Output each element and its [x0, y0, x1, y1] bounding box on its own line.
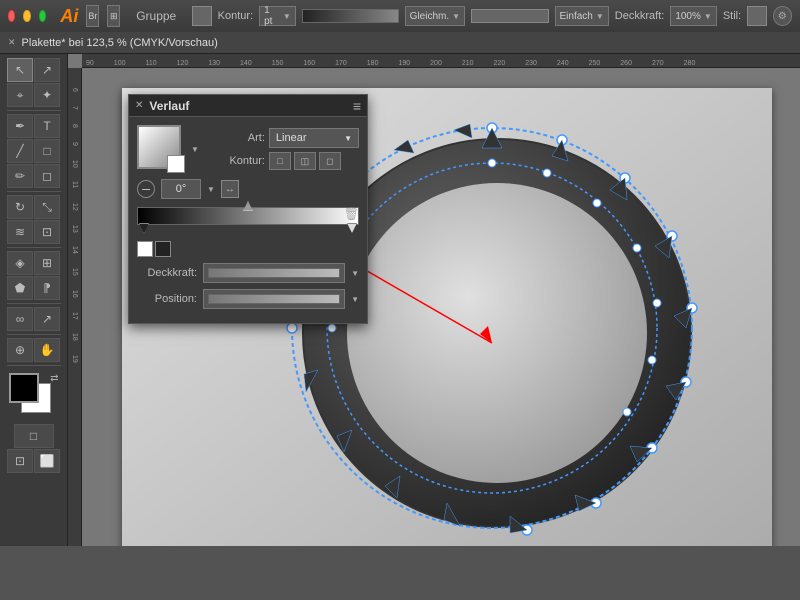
gradient-bar-container: 🗑 [137, 207, 359, 225]
deckkraft-dropdown-arrow[interactable]: ▼ [351, 269, 359, 278]
panel-menu-icon[interactable]: ≡ [353, 98, 361, 114]
free-transform-tool[interactable]: ⊡ [34, 220, 60, 244]
scale-tool[interactable]: ⤡ [34, 195, 60, 219]
app-logo: Ai [60, 6, 78, 27]
group-label: Gruppe [136, 9, 176, 23]
gradient-swatch-container[interactable] [137, 125, 185, 173]
eraser-tool[interactable]: ◻ [34, 164, 60, 188]
delete-stop-icon[interactable]: 🗑 [344, 207, 359, 221]
select-tool[interactable]: ↖ [7, 58, 33, 82]
mesh-tool[interactable]: ⊞ [34, 251, 60, 275]
deckkraft-label: Deckkraft: [615, 10, 665, 22]
rotate-tool[interactable]: ↻ [7, 195, 33, 219]
opacity-field[interactable] [203, 263, 345, 283]
minimize-button[interactable] [23, 10, 30, 22]
graph-tool[interactable]: ↗ [34, 307, 60, 331]
type-tool[interactable]: T [34, 114, 60, 138]
swap-colors-icon[interactable]: ⇄ [50, 373, 58, 384]
deckkraft-dropdown[interactable]: 100%▼ [670, 6, 717, 26]
paint-bucket-tool[interactable]: ⬟ [7, 276, 33, 300]
canvas-area: 90100110120130 140150160170180 190200210… [68, 54, 800, 546]
stroke-preview-1 [302, 9, 399, 23]
angle-field[interactable]: 0° [161, 179, 201, 199]
line-tool[interactable]: ╱ [7, 139, 33, 163]
position-label: Position: [137, 293, 197, 305]
eyedropper-tool[interactable]: ⁋ [34, 276, 60, 300]
position-field[interactable] [203, 289, 345, 309]
main-area: ↖ ↗ ⌖ ✦ ✒ T ╱ □ ✏ ◻ ↻ ⤡ ≋ ⊡ ◈ [0, 54, 800, 546]
panel-close-button[interactable]: ✕ [135, 100, 143, 111]
paint-tool[interactable]: ✏ [7, 164, 33, 188]
gradient-midpoint[interactable] [243, 201, 253, 211]
shape-tool[interactable]: □ [34, 139, 60, 163]
close-button[interactable] [8, 10, 15, 22]
kontur-dropdown[interactable]: 1 pt▼ [259, 6, 296, 26]
panel-swatch-row: ▼ Art: Linear▼ Kontur: □ ◫ [137, 125, 359, 173]
stroke-icon-1[interactable]: □ [269, 152, 291, 170]
panel-title: Verlauf [149, 99, 352, 113]
document-tab: ✕ Plakette* bei 123,5 % (CMYK/Vorschau) [0, 32, 800, 54]
kontur-panel-label: Kontur: [205, 155, 265, 167]
ruler-marks: 90100110120130 140150160170180 190200210… [82, 60, 695, 67]
reverse-icon[interactable]: ↔ [221, 180, 239, 198]
gradient-stop-right[interactable] [347, 223, 357, 233]
stroke-swatch[interactable] [192, 6, 211, 26]
deckkraft-panel-label: Deckkraft: [137, 267, 197, 279]
layout-icon: ⊞ [107, 5, 120, 27]
swatch-white[interactable] [137, 241, 153, 257]
position-dropdown-arrow[interactable]: ▼ [351, 295, 359, 304]
color-boxes: ⇄ [9, 373, 59, 417]
gradient-tool[interactable]: ◈ [7, 251, 33, 275]
settings-icon[interactable]: ⚙ [773, 6, 792, 26]
art-label: Art: [205, 132, 265, 144]
titlebar: Ai Br ⊞ Gruppe Kontur: 1 pt▼ Gleichm.▼ E… [0, 0, 800, 32]
swatch-underbar-row [137, 241, 359, 257]
screen-mode[interactable]: ⊡ [7, 449, 33, 473]
zoom-tool[interactable]: ⊕ [7, 338, 33, 362]
gradient-panel: ✕ Verlauf ≡ ▼ Art: Linea [128, 94, 368, 324]
swatch-pair [137, 241, 171, 257]
deckkraft-row: Deckkraft: ▼ [137, 263, 359, 283]
stil-label: Stil: [723, 10, 741, 22]
br-icon: Br [86, 5, 99, 27]
swatch-black[interactable] [155, 241, 171, 257]
full-screen-mode[interactable]: ⬜ [34, 449, 60, 473]
position-row: Position: ▼ [137, 289, 359, 309]
blend-tool[interactable]: ∞ [7, 307, 33, 331]
direct-select-tool[interactable]: ↗ [34, 58, 60, 82]
panel-titlebar: ✕ Verlauf ≡ [129, 95, 367, 117]
ruler-left: 6 7 8 9 10 11 12 13 14 15 16 17 18 19 [68, 68, 82, 546]
stroke-icon-2[interactable]: ◫ [294, 152, 316, 170]
hand-tool[interactable]: ✋ [34, 338, 60, 362]
stil-swatch[interactable] [747, 6, 766, 26]
gradient-stop-left[interactable] [139, 223, 149, 233]
maximize-button[interactable] [39, 10, 46, 22]
warp-tool[interactable]: ≋ [7, 220, 33, 244]
swatch-arrow[interactable]: ▼ [191, 145, 199, 154]
doc-close-icon[interactable]: ✕ [8, 37, 16, 48]
pen-tool[interactable]: ✒ [7, 114, 33, 138]
left-toolbar: ↖ ↗ ⌖ ✦ ✒ T ╱ □ ✏ ◻ ↻ ⤡ ≋ ⊡ ◈ [0, 54, 68, 546]
stroke-type2-dropdown[interactable]: Einfach▼ [555, 6, 609, 26]
panel-angle-row: 0° ▼ ↔ [137, 179, 359, 199]
lasso-tool[interactable]: ⌖ [7, 83, 33, 107]
stroke-icon-row: □ ◫ ◻ [269, 152, 341, 170]
kontur-label: Kontur: [218, 10, 253, 22]
doc-title: Plakette* bei 123,5 % (CMYK/Vorschau) [22, 37, 218, 49]
angle-dropdown-arrow[interactable]: ▼ [207, 185, 215, 194]
ruler-top: 90100110120130 140150160170180 190200210… [82, 54, 800, 68]
normal-mode[interactable]: □ [14, 424, 54, 448]
angle-indicator [137, 180, 155, 198]
stroke-type1-dropdown[interactable]: Gleichm.▼ [405, 6, 465, 26]
magic-wand-tool[interactable]: ✦ [34, 83, 60, 107]
art-type-dropdown[interactable]: Linear▼ [269, 128, 359, 148]
stroke-icon-3[interactable]: ◻ [319, 152, 341, 170]
panel-body: ▼ Art: Linear▼ Kontur: □ ◫ [129, 117, 367, 323]
foreground-color[interactable] [9, 373, 39, 403]
stroke-preview-2 [471, 9, 548, 23]
